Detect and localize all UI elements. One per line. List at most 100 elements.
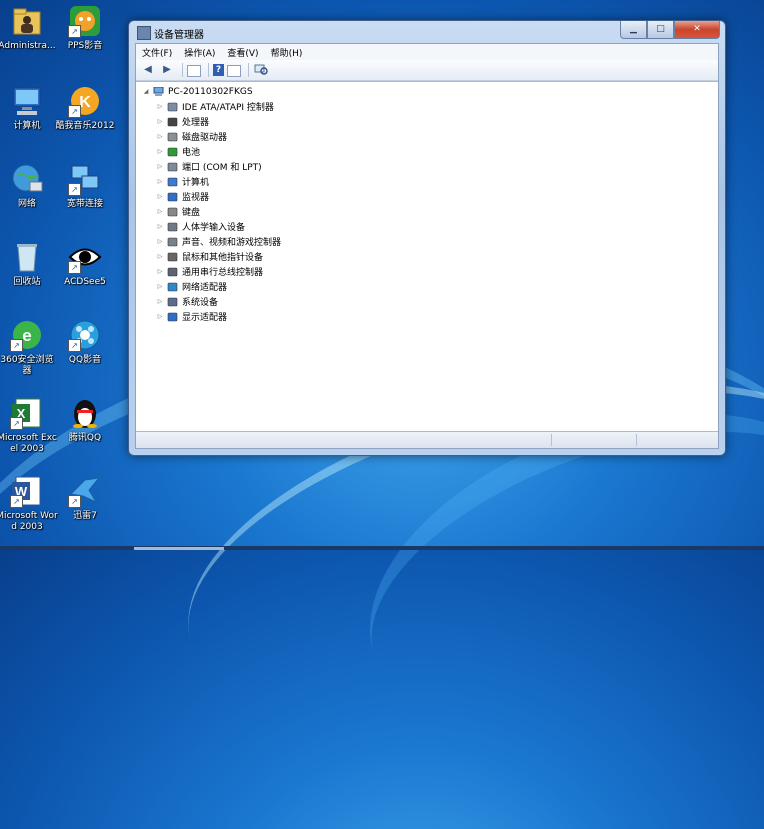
battery-icon — [167, 147, 178, 157]
tree-node[interactable]: ▷ 鼠标和其他指针设备 — [156, 249, 263, 264]
network-icon — [10, 162, 44, 196]
expand-arrow-icon[interactable]: ▷ — [156, 208, 164, 215]
desktop-icon-broadband[interactable]: ↗ 宽带连接 — [54, 162, 116, 210]
status-bar — [136, 431, 718, 448]
toolbar: ◀ ▶ ? — [136, 60, 718, 81]
menu-view[interactable]: 查看(V) — [227, 46, 258, 59]
expand-arrow-icon[interactable]: ▷ — [156, 133, 164, 140]
desktop-icon-acdsee[interactable]: ↗ ACDSee5 — [54, 240, 116, 288]
desktop-icon-computer[interactable]: 计算机 — [0, 84, 58, 132]
pps-player-icon: ↗ — [68, 4, 102, 38]
menu-help[interactable]: 帮助(H) — [271, 46, 303, 59]
show-hide-console-tree-icon[interactable] — [187, 64, 201, 77]
tree-node[interactable]: ▷ 声音、视频和游戏控制器 — [156, 234, 281, 249]
expand-arrow-icon[interactable]: ▷ — [156, 178, 164, 185]
svg-text:e: e — [22, 326, 31, 345]
monitor-icon — [167, 192, 178, 202]
tree-node-label: 系统设备 — [182, 298, 219, 308]
menu-file[interactable]: 文件(F) — [142, 46, 172, 59]
expand-arrow-icon[interactable]: ▷ — [156, 253, 164, 260]
display-adapter-icon — [167, 312, 178, 322]
expand-arrow-icon[interactable]: ▷ — [156, 193, 164, 200]
expand-arrow-icon[interactable]: ▷ — [156, 148, 164, 155]
excel-icon: X ↗ — [10, 396, 44, 430]
tree-node[interactable]: ▷ 电池 — [156, 144, 200, 159]
port-icon — [167, 162, 178, 172]
xunlei-bird-icon: ↗ — [68, 474, 102, 508]
tree-node-label: 计算机 — [182, 178, 210, 188]
expand-arrow-icon[interactable]: ▷ — [156, 163, 164, 170]
expand-arrow-icon[interactable]: ▷ — [156, 268, 164, 275]
expand-arrow-icon[interactable]: ▷ — [156, 238, 164, 245]
desktop-icon-excel[interactable]: X ↗ Microsoft Excel 2003 — [0, 396, 58, 455]
desktop-icon-word[interactable]: W ↗ Microsoft Word 2003 — [0, 474, 58, 533]
tree-node-label: 鼠标和其他指针设备 — [182, 253, 264, 263]
window-title: 设备管理器 — [154, 30, 204, 41]
toolbar-separator — [208, 63, 209, 77]
menu-action[interactable]: 操作(A) — [184, 46, 215, 59]
tree-root[interactable]: ◢ PC-20110302FKGS — [142, 84, 253, 99]
expand-arrow-icon[interactable]: ▷ — [156, 313, 164, 320]
toolbar-separator — [248, 63, 249, 77]
forward-button[interactable]: ▶ — [159, 63, 175, 77]
desktop-icon-administrator[interactable]: Administra... — [0, 4, 58, 52]
svg-text:K: K — [79, 94, 91, 111]
recycle-bin-icon — [10, 240, 44, 274]
desktop-icon-kuwo[interactable]: K ↗ 酷我音乐2012 — [54, 84, 116, 132]
tree-node[interactable]: ▷ 计算机 — [156, 174, 209, 189]
ide-controller-icon — [167, 102, 178, 112]
tree-node[interactable]: ▷ 系统设备 — [156, 294, 218, 309]
tree-node-label: 端口 (COM 和 LPT) — [182, 163, 262, 173]
close-button[interactable]: ✕ — [674, 21, 720, 39]
expand-arrow-icon[interactable]: ▷ — [156, 103, 164, 110]
desktop-icon-recycle-bin[interactable]: 回收站 — [0, 240, 58, 288]
tree-node[interactable]: ▷ 磁盘驱动器 — [156, 129, 227, 144]
desktop-icon-label: 宽带连接 — [66, 199, 103, 209]
disk-drive-icon — [167, 132, 178, 142]
tree-node-label: 网络适配器 — [182, 283, 228, 293]
window-controls: ▁ □ ✕ — [620, 21, 720, 39]
desktop-icon-label: 酷我音乐2012 — [55, 121, 115, 131]
desktop-icon-label: QQ影音 — [68, 355, 102, 365]
desktop-icon-label: ACDSee5 — [64, 277, 106, 287]
tree-node[interactable]: ▷ 监视器 — [156, 189, 209, 204]
tree-node-label: 键盘 — [182, 208, 201, 218]
scan-hardware-icon[interactable] — [253, 63, 269, 77]
expand-arrow-icon[interactable]: ▷ — [156, 298, 164, 305]
desktop-icon-label: Administra... — [0, 41, 56, 51]
expand-arrow-icon[interactable]: ▷ — [156, 223, 164, 230]
help-button[interactable]: ? — [213, 64, 224, 76]
desktop-icon-qq-player[interactable]: ↗ QQ影音 — [54, 318, 116, 366]
tree-node[interactable]: ▷ 键盘 — [156, 204, 200, 219]
tree-node[interactable]: ▷ 人体学输入设备 — [156, 219, 245, 234]
computer-icon — [167, 177, 178, 187]
tree-node[interactable]: ▷ 显示适配器 — [156, 309, 227, 324]
desktop-icon-360-browser[interactable]: e ↗ 360安全浏览器 — [0, 318, 58, 377]
back-button[interactable]: ◀ — [140, 63, 156, 77]
status-separator — [551, 434, 552, 446]
maximize-button[interactable]: □ — [647, 21, 674, 39]
expand-arrow-icon[interactable]: ▷ — [156, 283, 164, 290]
keyboard-icon — [167, 207, 178, 217]
tree-node[interactable]: ▷ 端口 (COM 和 LPT) — [156, 159, 262, 174]
tree-node[interactable]: ▷ 网络适配器 — [156, 279, 227, 294]
desktop-icon-label: 360安全浏览器 — [0, 355, 54, 376]
title-bar[interactable]: 设备管理器 ▁ □ ✕ — [129, 21, 725, 43]
tree-node[interactable]: ▷ 处理器 — [156, 114, 209, 129]
collapse-arrow-icon[interactable]: ◢ — [142, 88, 150, 95]
desktop-icon-label: 网络 — [17, 199, 36, 209]
tree-node[interactable]: ▷ 通用串行总线控制器 — [156, 264, 263, 279]
desktop-icon-network[interactable]: 网络 — [0, 162, 58, 210]
tree-node[interactable]: ▷ IDE ATA/ATAPI 控制器 — [156, 99, 274, 114]
desktop-icon-pps[interactable]: ↗ PPS影音 — [54, 4, 116, 52]
device-manager-window: 设备管理器 ▁ □ ✕ 文件(F) 操作(A) 查看(V) 帮助(H) ◀ ▶ … — [128, 20, 726, 456]
minimize-button[interactable]: ▁ — [620, 21, 647, 39]
desktop-icon-label: 腾讯QQ — [68, 433, 102, 443]
tree-node-label: 显示适配器 — [182, 313, 228, 323]
360-browser-icon: e ↗ — [10, 318, 44, 352]
expand-arrow-icon[interactable]: ▷ — [156, 118, 164, 125]
properties-icon[interactable] — [227, 64, 241, 77]
desktop-icon-xunlei[interactable]: ↗ 迅雷7 — [54, 474, 116, 522]
computer-icon — [153, 86, 164, 97]
desktop-icon-qq[interactable]: 腾讯QQ — [54, 396, 116, 444]
